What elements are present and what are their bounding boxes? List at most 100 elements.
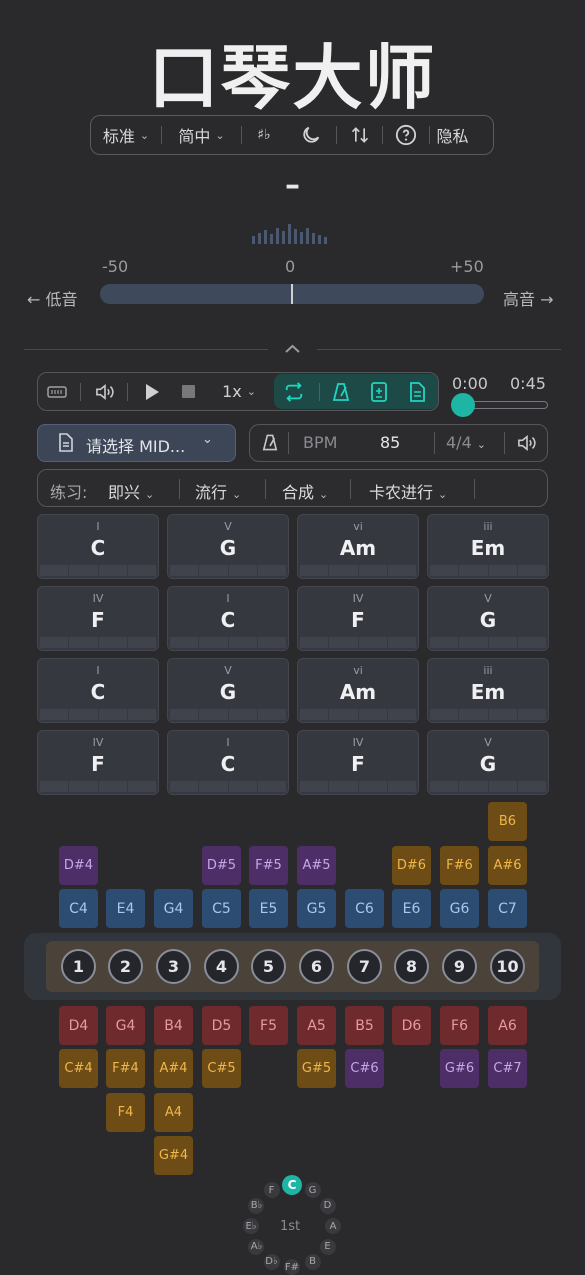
key-B[interactable]: B: [304, 1253, 321, 1270]
blow-note[interactable]: E4: [106, 889, 145, 928]
metronome-button[interactable]: [324, 375, 358, 408]
chevron-up-icon[interactable]: [284, 343, 301, 355]
accidental-toggle[interactable]: ♯♭: [242, 116, 286, 154]
draw-bend-note[interactable]: G#5: [297, 1049, 336, 1088]
draw-note[interactable]: D6: [392, 1006, 431, 1045]
keyboard-button[interactable]: [40, 375, 74, 408]
practice-option-synth[interactable]: 合成 ⌄: [282, 479, 328, 503]
key-D♭[interactable]: D♭: [263, 1253, 280, 1270]
swap-button[interactable]: [337, 116, 382, 154]
hole-button[interactable]: 4: [204, 949, 239, 984]
volume-button[interactable]: [88, 375, 122, 408]
chord-button[interactable]: IV F: [37, 730, 159, 795]
blow-note[interactable]: C5: [202, 889, 241, 928]
chord-button[interactable]: IV F: [37, 586, 159, 651]
bpm-input[interactable]: 85: [380, 433, 400, 452]
speed-select[interactable]: 1x ⌄: [213, 375, 265, 408]
chord-button[interactable]: iii Em: [427, 658, 549, 723]
blow-bend-note[interactable]: F#6: [440, 846, 479, 885]
progress-thumb[interactable]: [451, 393, 475, 417]
chord-button[interactable]: IC: [167, 730, 289, 795]
blow-note[interactable]: G5: [297, 889, 336, 928]
blow-note[interactable]: C6: [345, 889, 384, 928]
draw-bend-note[interactable]: C#4: [59, 1049, 98, 1088]
help-button[interactable]: [383, 116, 429, 154]
draw-note[interactable]: B5: [345, 1006, 384, 1045]
draw-bend-note[interactable]: F#4: [106, 1049, 145, 1088]
draw-bend-note[interactable]: C#6: [345, 1049, 384, 1088]
key-E♭[interactable]: E♭: [243, 1218, 259, 1234]
hole-button[interactable]: 6: [299, 949, 334, 984]
draw-note[interactable]: F6: [440, 1006, 479, 1045]
chord-button[interactable]: IC: [37, 658, 159, 723]
chord-button[interactable]: IC: [37, 514, 159, 579]
chord-button[interactable]: VG: [427, 730, 549, 795]
chord-button[interactable]: IV F: [297, 586, 419, 651]
key-F#[interactable]: F#: [284, 1259, 300, 1275]
draw-bend-note[interactable]: A#4: [154, 1049, 193, 1088]
draw-bend-note[interactable]: C#5: [202, 1049, 241, 1088]
draw-note[interactable]: G4: [106, 1006, 145, 1045]
chord-button[interactable]: vi Am: [297, 658, 419, 723]
key-D[interactable]: D: [319, 1197, 336, 1214]
hole-button[interactable]: 1: [61, 949, 96, 984]
chord-button[interactable]: iii Em: [427, 514, 549, 579]
language-select[interactable]: 简中 ⌄: [162, 116, 241, 154]
practice-option-pop[interactable]: 流行 ⌄: [195, 479, 241, 503]
loop-button[interactable]: [276, 375, 312, 408]
draw-bend-note[interactable]: G#6: [440, 1049, 479, 1088]
key-A♭[interactable]: A♭: [248, 1238, 265, 1255]
hole-button[interactable]: 10: [490, 949, 525, 984]
hole-button[interactable]: 3: [156, 949, 191, 984]
blow-bend-note[interactable]: F#5: [249, 846, 288, 885]
hole-button[interactable]: 5: [251, 949, 286, 984]
hole-button[interactable]: 2: [108, 949, 143, 984]
practice-option-canon[interactable]: 卡农进行 ⌄: [369, 479, 447, 503]
chord-button[interactable]: VG: [167, 514, 289, 579]
add-track-button[interactable]: [362, 375, 396, 408]
hole-button[interactable]: 7: [347, 949, 382, 984]
draw-bend-note[interactable]: G#4: [154, 1136, 193, 1175]
stop-button[interactable]: [172, 375, 204, 408]
blow-bend-note[interactable]: D#5: [202, 846, 241, 885]
key-F[interactable]: F: [263, 1182, 280, 1199]
key-G[interactable]: G: [304, 1182, 321, 1199]
play-button[interactable]: [136, 375, 168, 408]
hole-button[interactable]: 9: [442, 949, 477, 984]
chord-button[interactable]: VG: [427, 586, 549, 651]
overblow-note[interactable]: B6: [488, 802, 527, 841]
chord-button[interactable]: VG: [167, 658, 289, 723]
chord-button[interactable]: IV F: [297, 730, 419, 795]
draw-bend-note[interactable]: A4: [154, 1093, 193, 1132]
blow-note[interactable]: E6: [392, 889, 431, 928]
speaker-icon[interactable]: [516, 434, 538, 452]
draw-note[interactable]: A5: [297, 1006, 336, 1045]
blow-bend-note[interactable]: D#4: [59, 846, 98, 885]
draw-note[interactable]: B4: [154, 1006, 193, 1045]
blow-note[interactable]: G6: [440, 889, 479, 928]
draw-note[interactable]: D5: [202, 1006, 241, 1045]
draw-note[interactable]: F5: [249, 1006, 288, 1045]
blow-bend-note[interactable]: A#6: [488, 846, 527, 885]
tuning-select[interactable]: 标准 ⌄: [91, 116, 161, 154]
hole-button[interactable]: 8: [394, 949, 429, 984]
draw-note[interactable]: A6: [488, 1006, 527, 1045]
draw-bend-note[interactable]: F4: [106, 1093, 145, 1132]
blow-note[interactable]: G4: [154, 889, 193, 928]
chord-button[interactable]: IC: [167, 586, 289, 651]
key-E[interactable]: E: [319, 1238, 336, 1255]
draw-note[interactable]: D4: [59, 1006, 98, 1045]
key-C[interactable]: C: [282, 1175, 302, 1195]
score-button[interactable]: [400, 375, 434, 408]
blow-note[interactable]: C4: [59, 889, 98, 928]
privacy-link[interactable]: 隐私: [430, 116, 475, 154]
blow-bend-note[interactable]: D#6: [392, 846, 431, 885]
practice-option-improv[interactable]: 即兴 ⌄: [108, 479, 154, 503]
chord-button[interactable]: vi Am: [297, 514, 419, 579]
time-signature-select[interactable]: 4/4 ⌄: [446, 433, 486, 452]
key-A[interactable]: A: [325, 1218, 341, 1234]
blow-bend-note[interactable]: A#5: [297, 846, 336, 885]
theme-toggle[interactable]: [286, 116, 336, 154]
blow-note[interactable]: E5: [249, 889, 288, 928]
draw-bend-note[interactable]: C#7: [488, 1049, 527, 1088]
